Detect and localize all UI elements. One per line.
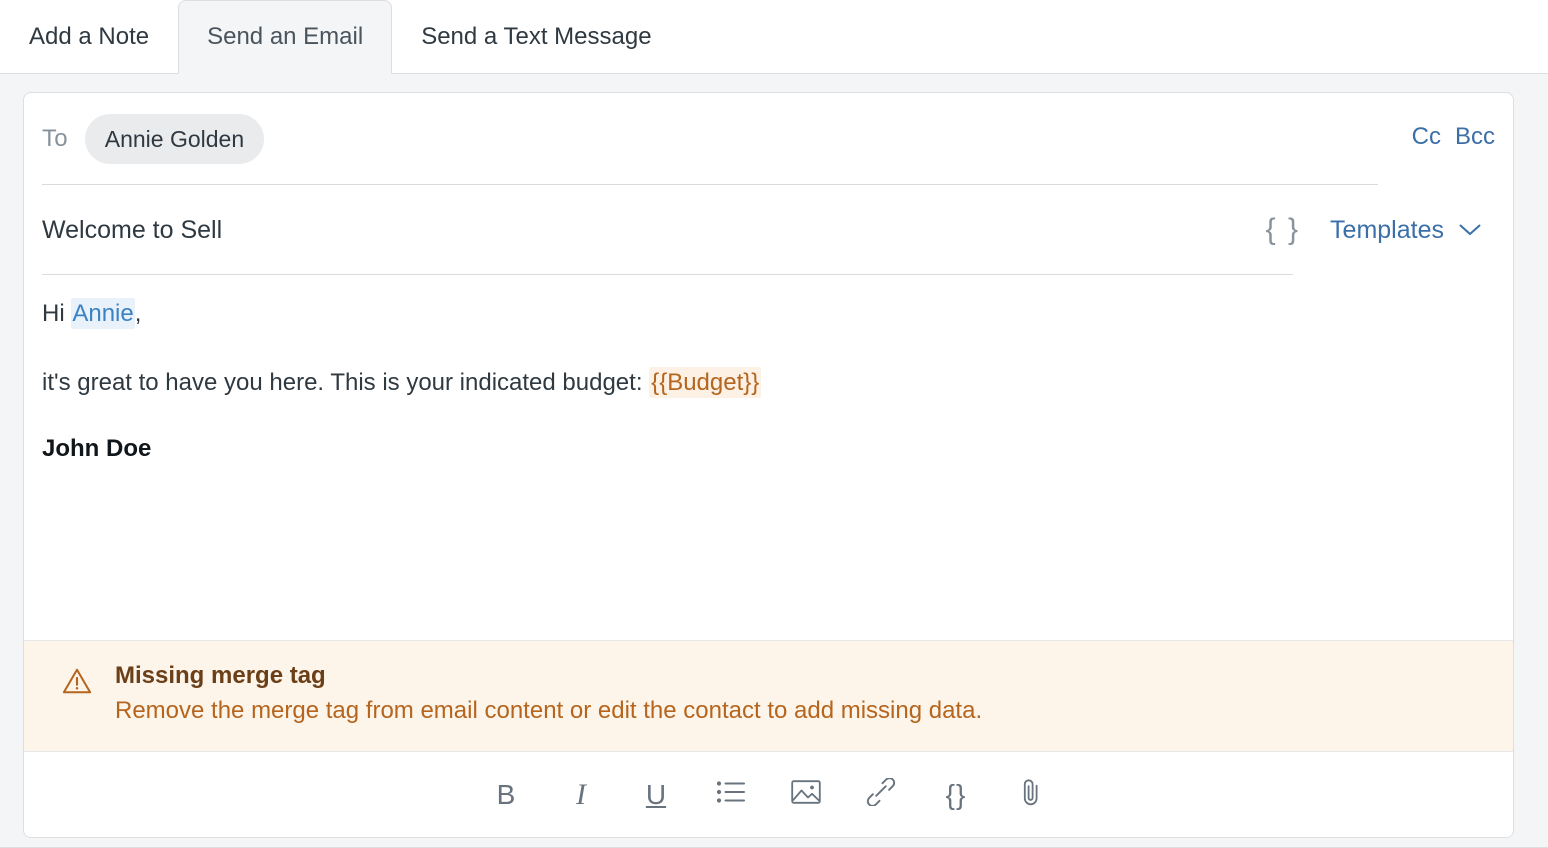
email-composer-card: To Annie Golden Cc Bcc Welcome to Sell {… xyxy=(23,92,1514,838)
bcc-link[interactable]: Bcc xyxy=(1455,123,1495,151)
underline-button[interactable]: U xyxy=(634,773,678,817)
insert-link-button[interactable] xyxy=(859,773,903,817)
bulleted-list-button[interactable] xyxy=(709,773,753,817)
formatting-toolbar: B I U {} xyxy=(24,752,1513,837)
bold-icon: B xyxy=(496,778,516,810)
link-icon xyxy=(866,777,896,811)
tab-label: Add a Note xyxy=(29,23,150,50)
attachment-button[interactable] xyxy=(1009,773,1053,817)
recipient-chip[interactable]: Annie Golden xyxy=(84,114,265,164)
paragraph-text: it's great to have you here. This is you… xyxy=(42,368,650,396)
cc-link[interactable]: Cc xyxy=(1412,123,1441,151)
resolved-merge-tag[interactable]: Annie xyxy=(71,298,135,329)
tab-strip: Add a Note Send an Email Send a Text Mes… xyxy=(0,0,1548,74)
templates-label: Templates xyxy=(1330,215,1444,244)
subject-input[interactable]: Welcome to Sell xyxy=(42,216,222,245)
subject-row: Welcome to Sell { } Templates xyxy=(24,185,1513,275)
alert-triangle-icon xyxy=(62,663,115,701)
attachment-icon xyxy=(1018,777,1044,812)
merge-tag-button[interactable]: {} xyxy=(934,773,978,817)
body-paragraph-greeting: Hi Annie, xyxy=(42,297,1495,332)
tab-send-an-email[interactable]: Send an Email xyxy=(178,0,393,74)
image-icon xyxy=(791,779,821,810)
to-label: To xyxy=(42,125,68,152)
greeting-prefix: Hi xyxy=(42,300,72,327)
email-body-editor[interactable]: Hi Annie, it's great to have you here. T… xyxy=(24,275,1513,640)
bulleted-list-icon xyxy=(716,779,746,810)
italic-button[interactable]: I xyxy=(559,773,603,817)
tab-label: Send a Text Message xyxy=(421,23,652,50)
warning-description: Remove the merge tag from email content … xyxy=(115,697,983,725)
body-paragraph-budget: it's great to have you here. This is you… xyxy=(42,366,1495,401)
tab-add-a-note[interactable]: Add a Note xyxy=(0,0,178,74)
merge-tag-icon[interactable]: { } xyxy=(1266,215,1300,245)
missing-merge-tag[interactable]: {{Budget}} xyxy=(649,366,762,398)
merge-tag-icon: {} xyxy=(945,778,967,810)
greeting-suffix: , xyxy=(134,300,142,327)
templates-dropdown[interactable]: Templates xyxy=(1330,216,1481,245)
tab-label: Send an Email xyxy=(207,23,364,50)
chevron-down-icon xyxy=(1459,224,1481,236)
bold-button[interactable]: B xyxy=(484,773,528,817)
missing-merge-tag-banner: Missing merge tag Remove the merge tag f… xyxy=(24,640,1513,752)
warning-text-block: Missing merge tag Remove the merge tag f… xyxy=(115,662,983,725)
italic-icon: I xyxy=(576,777,586,811)
tab-send-a-text-message[interactable]: Send a Text Message xyxy=(392,0,680,74)
underline-icon: U xyxy=(645,778,667,810)
cc-bcc-group: Cc Bcc xyxy=(1412,123,1495,155)
recipient-row: To Annie Golden Cc Bcc xyxy=(24,93,1513,185)
body-signature: John Doe xyxy=(42,434,152,462)
warning-title: Missing merge tag xyxy=(115,662,326,689)
insert-image-button[interactable] xyxy=(784,773,828,817)
